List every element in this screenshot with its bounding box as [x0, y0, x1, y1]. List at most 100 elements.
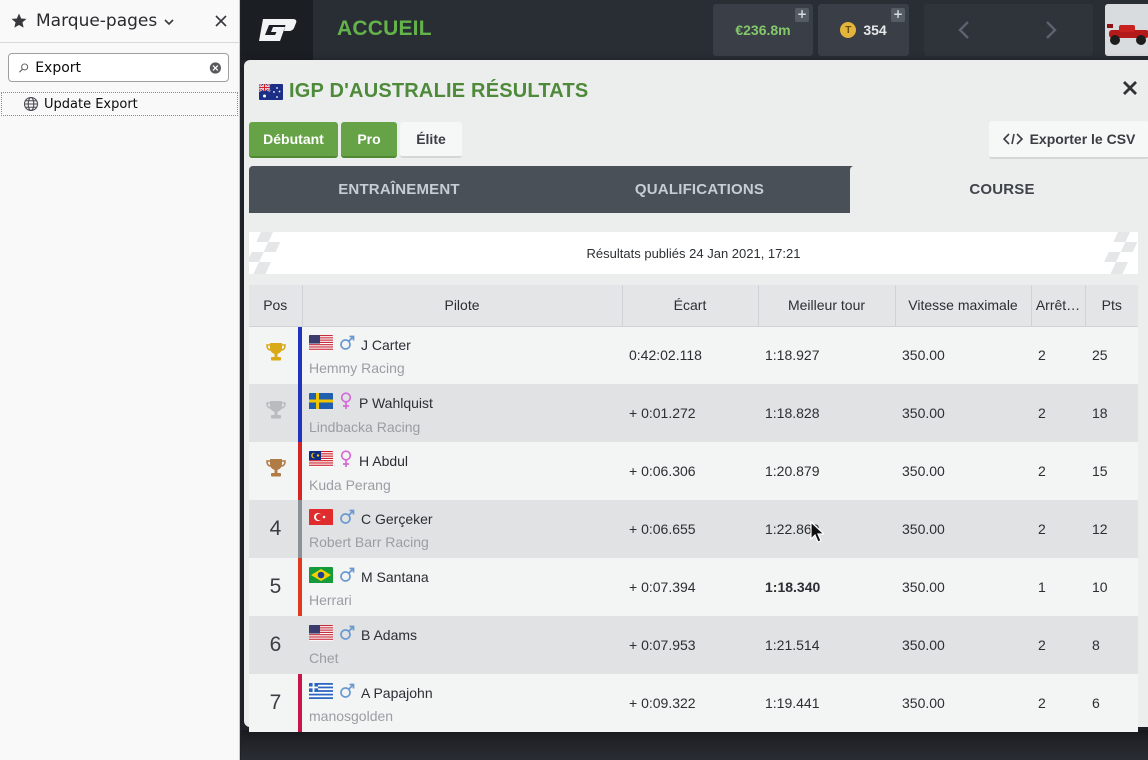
cell-points: 15 — [1085, 442, 1138, 500]
cell-best-lap: 1:22.869 — [758, 500, 895, 558]
position-number: 4 — [269, 517, 282, 540]
back-arrow-icon[interactable] — [954, 19, 976, 41]
token-balance[interactable]: T 354 + — [818, 4, 909, 56]
sidebar-title[interactable]: Marque-pages — [36, 11, 157, 31]
chevron-down-icon[interactable] — [163, 16, 175, 28]
bookmark-item-label: Update Export — [44, 96, 138, 112]
tab-practice[interactable]: ENTRAÎNEMENT — [249, 166, 549, 213]
country-flag-icon — [309, 567, 333, 586]
bookmarks-sidebar: Marque-pages Update Export — [0, 0, 240, 760]
cell-driver[interactable]: C Gerçeker Robert Barr Racing — [302, 500, 622, 558]
add-tokens-button[interactable]: + — [891, 8, 905, 22]
col-header-top-speed[interactable]: Vitesse maximale — [895, 285, 1032, 327]
team-color-bar — [298, 326, 302, 384]
driver-name[interactable]: B Adams — [361, 627, 417, 643]
star-icon — [11, 13, 27, 28]
token-value: 354 — [863, 22, 887, 38]
cell-points: 25 — [1085, 326, 1138, 384]
money-balance[interactable]: €236.8m + — [713, 4, 813, 56]
cell-driver[interactable]: M Santana Herrari — [302, 558, 622, 616]
team-name[interactable]: manosgolden — [309, 708, 622, 724]
cell-driver[interactable]: J Carter Hemmy Racing — [302, 326, 622, 384]
cell-top-speed: 350.00 — [895, 384, 1031, 442]
cell-driver[interactable]: A Papajohn manosgolden — [302, 674, 622, 732]
cell-gap: 0:42:02.118 — [622, 326, 758, 384]
level-pro-button[interactable]: Pro — [341, 122, 397, 158]
cell-position — [249, 442, 302, 500]
driver-name[interactable]: A Papajohn — [361, 685, 433, 701]
cell-top-speed: 350.00 — [895, 616, 1031, 674]
igp-logo[interactable] — [241, 0, 313, 60]
col-header-points[interactable]: Pts — [1085, 285, 1138, 327]
cell-best-lap: 1:18.927 — [758, 326, 895, 384]
col-header-gap[interactable]: Écart — [622, 285, 759, 327]
forward-arrow-icon[interactable] — [1039, 19, 1061, 41]
tab-race[interactable]: COURSE — [850, 166, 1148, 213]
col-header-pos[interactable]: Pos — [249, 285, 303, 327]
team-name[interactable]: Chet — [309, 650, 622, 666]
close-modal-icon[interactable] — [1122, 80, 1138, 96]
cell-gap: + 0:09.322 — [622, 674, 758, 732]
bookmark-search-box[interactable] — [8, 53, 229, 82]
country-flag-icon — [309, 625, 333, 644]
level-elite-button[interactable]: Élite — [400, 122, 462, 158]
background-stripe — [241, 730, 1148, 760]
table-row[interactable]: J Carter Hemmy Racing 0:42:02.118 1:18.927 3… — [249, 326, 1138, 384]
team-name[interactable]: Lindbacka Racing — [309, 419, 622, 435]
cell-position — [249, 384, 302, 442]
female-symbol-icon — [339, 392, 353, 413]
position-number: 5 — [269, 575, 282, 598]
cell-stops: 2 — [1031, 384, 1085, 442]
col-header-best-lap[interactable]: Meilleur tour — [758, 285, 896, 327]
team-name[interactable]: Hemmy Racing — [309, 360, 622, 376]
cell-driver[interactable]: B Adams Chet — [302, 616, 622, 674]
driver-name[interactable]: P Wahlquist — [359, 395, 433, 411]
cell-driver[interactable]: H Abdul Kuda Perang — [302, 442, 622, 500]
team-color-bar — [298, 500, 302, 558]
cell-top-speed: 350.00 — [895, 674, 1031, 732]
table-row[interactable]: 7 A Papajohn manosgolden + 0:09.322 1:19.441… — [249, 674, 1138, 732]
search-icon — [19, 62, 29, 73]
bookmark-item[interactable]: Update Export — [1, 92, 238, 116]
table-row[interactable]: 4C Gerçeker Robert Barr Racing + 0:06.655 1… — [249, 500, 1138, 558]
clear-search-icon[interactable] — [209, 60, 222, 76]
team-color-bar — [298, 558, 302, 616]
cell-best-lap: 1:21.514 — [758, 616, 895, 674]
col-header-driver[interactable]: Pilote — [302, 285, 623, 327]
team-name[interactable]: Herrari — [309, 592, 622, 608]
team-color-bar — [298, 384, 302, 442]
close-sidebar-icon[interactable] — [213, 13, 229, 29]
user-avatar[interactable] — [1105, 4, 1148, 56]
table-row[interactable]: 6 B Adams Chet + 0:07.953 1:21.514 350.00 2 8 — [249, 616, 1138, 674]
position-number: 6 — [269, 633, 282, 656]
cell-position: 4 — [249, 500, 302, 558]
game-window: ACCUEIL €236.8m + T 354 + IGP D'AUSTRALI… — [241, 0, 1148, 760]
country-flag-icon — [309, 683, 333, 702]
page-title: ACCUEIL — [337, 17, 432, 40]
level-beginner-button[interactable]: Débutant — [249, 122, 338, 158]
bookmark-search-input[interactable] — [35, 59, 210, 76]
cell-points: 8 — [1085, 616, 1138, 674]
male-symbol-icon — [339, 683, 355, 702]
driver-name[interactable]: J Carter — [361, 337, 411, 353]
export-csv-button[interactable]: Exporter le CSV — [989, 121, 1148, 159]
team-name[interactable]: Robert Barr Racing — [309, 534, 622, 550]
bookmark-tree: Update Export — [0, 92, 239, 116]
cell-gap: + 0:06.306 — [622, 442, 758, 500]
team-name[interactable]: Kuda Perang — [309, 477, 622, 493]
cell-position: 5 — [249, 558, 302, 616]
cell-stops: 2 — [1031, 674, 1085, 732]
driver-name[interactable]: H Abdul — [359, 453, 408, 469]
tab-qualifying[interactable]: QUALIFICATIONS — [549, 166, 850, 213]
cell-stops: 1 — [1031, 558, 1085, 616]
col-header-stops[interactable]: Arrêt… — [1031, 285, 1086, 327]
table-row[interactable]: 5 M Santana Herrari + 0:07.394 1:18.340 350.0… — [249, 558, 1138, 616]
table-row[interactable]: P Wahlquist Lindbacka Racing + 0:01.272 1:1… — [249, 384, 1138, 442]
modal-heading: IGP D'AUSTRALIE RÉSULTATS — [259, 80, 588, 103]
driver-name[interactable]: M Santana — [361, 569, 429, 585]
table-row[interactable]: H Abdul Kuda Perang + 0:06.306 1:20.879 350.… — [249, 442, 1138, 500]
add-money-button[interactable]: + — [795, 8, 809, 22]
cell-position: 7 — [249, 674, 302, 732]
driver-name[interactable]: C Gerçeker — [361, 511, 433, 527]
cell-driver[interactable]: P Wahlquist Lindbacka Racing — [302, 384, 622, 442]
